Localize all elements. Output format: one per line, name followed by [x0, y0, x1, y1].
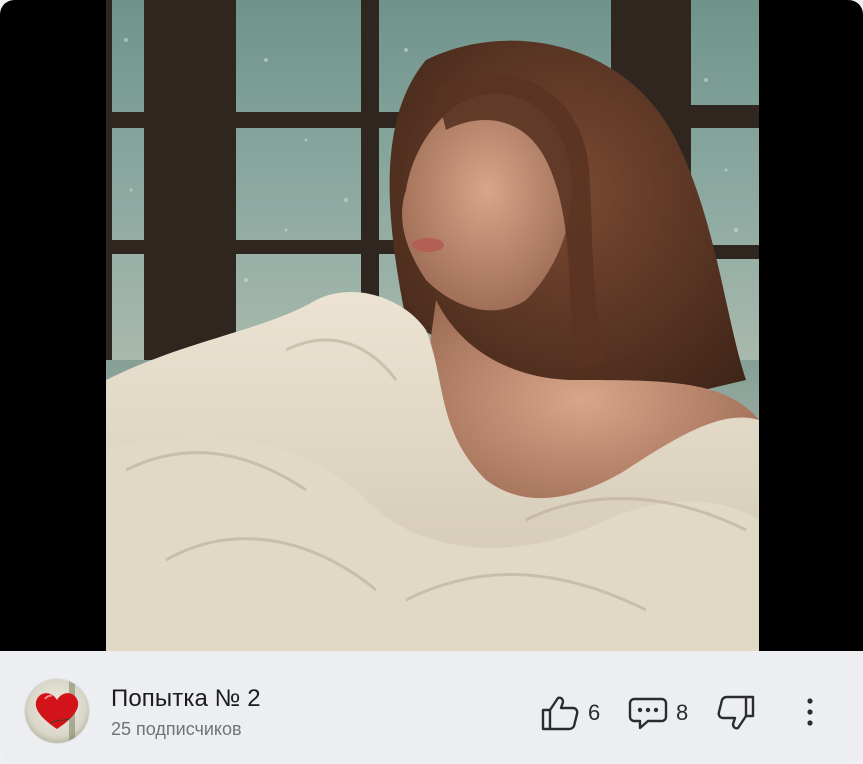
- more-vertical-icon: [807, 698, 813, 726]
- thumbs-down-icon: [717, 695, 755, 730]
- like-count: 6: [588, 700, 601, 725]
- video-player[interactable]: [0, 0, 863, 651]
- subscriber-count: 25 подписчиков: [111, 719, 242, 739]
- channel-avatar[interactable]: [25, 679, 89, 743]
- more-options-button[interactable]: [796, 695, 824, 729]
- thumbs-up-icon: [541, 696, 579, 731]
- video-footer: Попытка № 2 25 подписчиков 6 8: [0, 651, 863, 764]
- video-frame-image: [106, 0, 759, 651]
- video-frame[interactable]: [106, 0, 759, 651]
- video-card: Попытка № 2 25 подписчиков 6 8: [0, 0, 863, 764]
- like-button[interactable]: 6: [540, 695, 600, 731]
- channel-name[interactable]: Попытка № 2: [111, 685, 261, 713]
- comment-icon: [628, 697, 668, 730]
- dislike-button[interactable]: [716, 695, 756, 731]
- comment-count: 8: [676, 700, 689, 725]
- heart-avatar-icon: [35, 679, 79, 743]
- comment-button[interactable]: 8: [628, 695, 688, 731]
